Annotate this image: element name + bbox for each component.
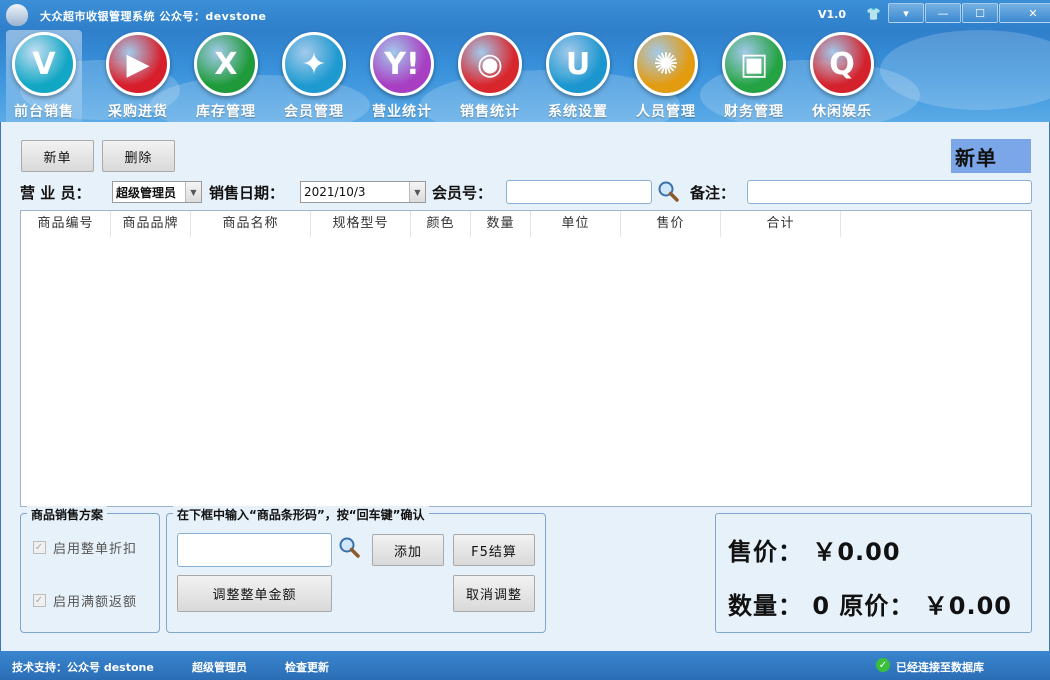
sales-plan-title: 商品销售方案 (27, 506, 108, 523)
header: 大众超市收银管理系统 公众号：devstone V1.0 👕 ▾ — ☐ ✕ V… (0, 0, 1050, 122)
checkout-button[interactable]: F5结算 (453, 534, 535, 566)
mode-badge: 新单 (951, 139, 1031, 173)
price-line: 售价： ￥0.00 (728, 538, 901, 566)
nav-label: 人员管理 (636, 104, 696, 120)
summary-panel: 售价： ￥0.00 数量： 0 原价： ￥0.00 (715, 513, 1032, 633)
adjust-total-button[interactable]: 调整整单金额 (177, 575, 332, 612)
discount-option[interactable]: ✓ 启用整单折扣 (33, 538, 137, 557)
sale-date-value: 2021/10/3 (304, 185, 366, 199)
column-header[interactable]: 数量 (471, 211, 531, 237)
nav-label: 采购进货 (108, 104, 168, 120)
grid-header: 商品编号 商品品牌 商品名称 规格型号 颜色 数量 单位 售价 合计 (21, 211, 1031, 237)
front-sales-icon: V (12, 32, 76, 96)
member-label: 会员号： (432, 184, 493, 202)
nav-label: 休闲娱乐 (812, 104, 872, 120)
db-status: 已经连接至数据库 (896, 661, 984, 674)
system-settings-icon: U (546, 32, 610, 96)
menu-dropdown-button[interactable]: ▾ (888, 3, 924, 23)
finance-icon: ▣ (722, 32, 786, 96)
barcode-instruction: 在下框中输入“商品条形码”，按“回车键”确认 (173, 506, 429, 523)
sale-date-picker[interactable]: 2021/10/3 ▼ (300, 181, 426, 203)
close-button[interactable]: ✕ (999, 3, 1050, 23)
window-controls: ▾ — ☐ ✕ (888, 3, 1050, 23)
note-input[interactable] (747, 180, 1032, 204)
cancel-adjust-button[interactable]: 取消调整 (453, 575, 535, 612)
nav-item-business-stats[interactable]: Y! 营业统计 (358, 30, 446, 122)
nav-item-front-sales[interactable]: V 前台销售 (6, 30, 82, 122)
note-label: 备注： (690, 184, 736, 202)
sales-plan-group: 商品销售方案 ✓ 启用整单折扣 ✓ 启用满额返额 (20, 506, 160, 633)
column-header[interactable]: 单位 (531, 211, 621, 237)
nav-item-member[interactable]: ✦ 会员管理 (270, 30, 358, 122)
add-button[interactable]: 添加 (372, 534, 444, 566)
nav-label: 前台销售 (14, 104, 74, 120)
checkbox-checked[interactable]: ✓ (33, 594, 46, 607)
main-panel: 新单 删除 新单 营 业 员： 超级管理员 ▼ 销售日期： 2021/10/3 … (0, 122, 1050, 651)
connected-check-icon: ✓ (876, 658, 890, 672)
nav-label: 销售统计 (460, 104, 520, 120)
nav-item-sales-stats[interactable]: ◉ 销售统计 (446, 30, 534, 122)
maximize-button[interactable]: ☐ (962, 3, 998, 23)
barcode-group: 在下框中输入“商品条形码”，按“回车键”确认 添加 F5结算 调整整单金额 取消… (166, 506, 546, 633)
business-stats-icon: Y! (370, 32, 434, 96)
shirt-icon[interactable]: 👕 (866, 7, 881, 21)
chevron-down-icon[interactable]: ▼ (409, 182, 425, 202)
column-header[interactable]: 商品品牌 (111, 211, 191, 237)
member-input[interactable] (506, 180, 652, 204)
sale-date-label: 销售日期： (209, 184, 285, 202)
version-label: V1.0 (818, 8, 846, 21)
nav-label: 库存管理 (196, 104, 256, 120)
salesperson-select[interactable]: 超级管理员 ▼ (112, 181, 202, 203)
nav-item-inventory[interactable]: X 库存管理 (182, 30, 270, 122)
discount-option-label: 启用整单折扣 (53, 542, 138, 557)
leisure-icon: Q (810, 32, 874, 96)
nav-item-system-settings[interactable]: U 系统设置 (534, 30, 622, 122)
column-header[interactable]: 规格型号 (311, 211, 411, 237)
main-nav: V 前台销售 ▶ 采购进货 X 库存管理 ✦ 会员管理 Y! 营业统计 ◉ 销售统计 U 系统设置 ✺ 人员管… (6, 30, 886, 122)
new-order-button[interactable]: 新单 (21, 140, 94, 172)
barcode-input[interactable] (177, 533, 332, 567)
delete-button[interactable]: 删除 (102, 140, 175, 172)
nav-item-finance[interactable]: ▣ 财务管理 (710, 30, 798, 122)
member-search-icon[interactable] (657, 180, 679, 202)
nav-item-staff[interactable]: ✺ 人员管理 (622, 30, 710, 122)
member-icon: ✦ (282, 32, 346, 96)
purchase-icon: ▶ (106, 32, 170, 96)
window-title: 大众超市收银管理系统 公众号：devstone (40, 10, 267, 23)
column-header[interactable]: 商品编号 (21, 211, 111, 237)
nav-item-leisure[interactable]: Q 休闲娱乐 (798, 30, 886, 122)
column-header[interactable]: 颜色 (411, 211, 471, 237)
salesperson-label: 营 业 员： (20, 184, 91, 202)
apple-logo-icon (6, 4, 28, 26)
column-header[interactable]: 商品名称 (191, 211, 311, 237)
check-update-link[interactable]: 检查更新 (285, 659, 329, 675)
current-user: 超级管理员 (192, 661, 247, 674)
nav-label: 财务管理 (724, 104, 784, 120)
chevron-down-icon[interactable]: ▼ (185, 182, 201, 202)
status-bar: 技术支持：公众号 destone 超级管理员 检查更新 ✓ 已经连接至数据库 (0, 651, 1050, 680)
nav-label: 系统设置 (548, 104, 608, 120)
nav-label: 会员管理 (284, 104, 344, 120)
salesperson-value: 超级管理员 (116, 185, 177, 200)
minimize-button[interactable]: — (925, 3, 961, 23)
checkbox-checked[interactable]: ✓ (33, 541, 46, 554)
support-text: 技术支持：公众号 destone (12, 661, 154, 674)
rebate-option-label: 启用满额返额 (53, 595, 138, 610)
nav-label: 营业统计 (372, 104, 432, 120)
column-header[interactable]: 合计 (721, 211, 841, 237)
staff-icon: ✺ (634, 32, 698, 96)
sales-stats-icon: ◉ (458, 32, 522, 96)
barcode-search-icon[interactable] (338, 536, 360, 558)
quantity-line: 数量： 0 原价： ￥0.00 (728, 592, 1012, 620)
rebate-option[interactable]: ✓ 启用满额返额 (33, 591, 137, 610)
title-bar[interactable]: 大众超市收银管理系统 公众号：devstone V1.0 👕 ▾ — ☐ ✕ (0, 0, 1050, 30)
inventory-icon: X (194, 32, 258, 96)
column-header[interactable]: 售价 (621, 211, 721, 237)
nav-item-purchase[interactable]: ▶ 采购进货 (94, 30, 182, 122)
sales-grid[interactable]: 商品编号 商品品牌 商品名称 规格型号 颜色 数量 单位 售价 合计 (20, 210, 1032, 507)
